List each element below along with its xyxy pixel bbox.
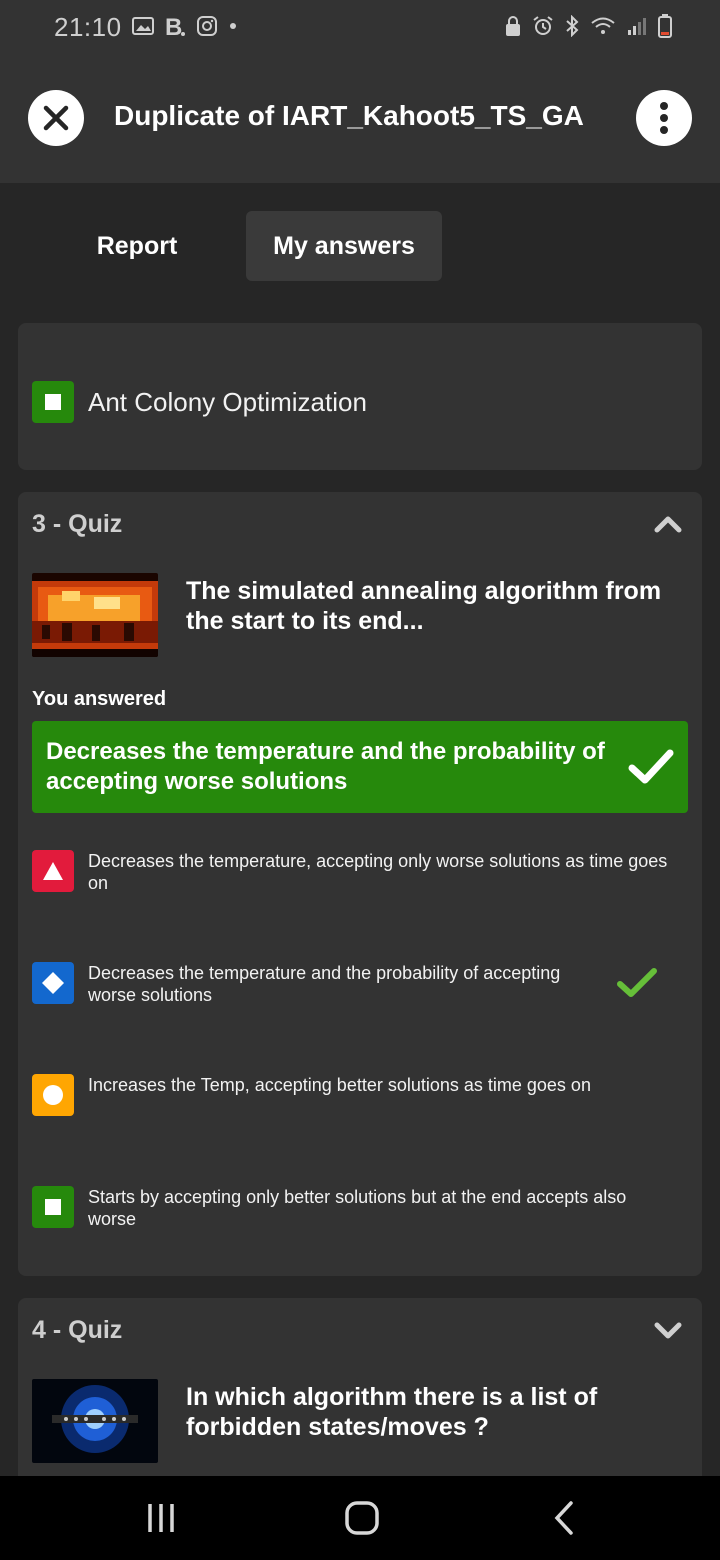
app-header: Duplicate of IART_Kahoot5_TS_GA [0, 56, 720, 183]
bluetooth-icon [566, 15, 579, 37]
triangle-shape-badge [32, 850, 74, 892]
home-icon[interactable] [344, 1500, 380, 1536]
you-answered-label: You answered [32, 688, 167, 710]
more-options-button[interactable] [636, 90, 692, 146]
quiz-number-label: 4 - Quiz [32, 1316, 123, 1344]
circle-icon [43, 1085, 63, 1105]
quiz-card-3[interactable]: 3 - Quiz The simulated annealing algorit… [18, 492, 702, 1276]
more-vertical-icon [660, 102, 668, 134]
question-thumbnail [32, 1379, 158, 1463]
check-icon [628, 749, 674, 784]
status-bar: 21:10 B [0, 0, 720, 56]
question-thumbnail [32, 573, 158, 657]
option-text: Starts by accepting only better solution… [88, 1187, 627, 1229]
annealing-image [32, 573, 158, 657]
status-time: 21:10 [54, 12, 122, 42]
previous-question-card: Ant Colony Optimization [18, 323, 702, 470]
square-shape-badge [32, 381, 74, 423]
tab-my-answers[interactable]: My answers [246, 211, 442, 281]
close-icon [43, 105, 69, 131]
square-icon [45, 1199, 61, 1215]
tabu-search-image [32, 1379, 158, 1463]
b-app-icon: B [165, 14, 185, 38]
quiz-number-label: 3 - Quiz [32, 510, 123, 538]
chevron-up-icon[interactable] [654, 514, 682, 534]
diamond-icon [42, 972, 64, 994]
tab-report[interactable]: Report [72, 211, 202, 281]
dot-icon [230, 23, 236, 29]
option-text: Decreases the temperature, accepting onl… [88, 851, 668, 893]
wifi-icon [591, 17, 615, 34]
battery-icon [658, 14, 672, 38]
alarm-icon [533, 16, 553, 35]
signal-icon [628, 18, 646, 35]
status-left-icons: B [132, 14, 238, 38]
instagram-icon [197, 16, 217, 36]
status-right-icons [504, 14, 672, 38]
correct-check-icon [617, 968, 657, 997]
circle-shape-badge [32, 1074, 74, 1116]
answer-option-text: Ant Colony Optimization [88, 387, 367, 417]
question-title: In which algorithm there is a list of fo… [186, 1383, 598, 1441]
back-icon[interactable] [552, 1500, 576, 1536]
your-answer-box: Decreases the temperature and the probab… [32, 721, 688, 813]
system-navigation-bar [0, 1476, 720, 1560]
recent-apps-icon[interactable] [146, 1502, 176, 1534]
svg-text:B: B [165, 14, 182, 38]
chevron-down-icon[interactable] [654, 1320, 682, 1340]
lock-icon [506, 16, 520, 36]
gallery-icon [132, 17, 154, 35]
option-text: Decreases the temperature and the probab… [88, 963, 561, 1005]
diamond-shape-badge [32, 962, 74, 1004]
triangle-icon [43, 862, 63, 880]
page-title: Duplicate of IART_Kahoot5_TS_GA [114, 100, 584, 131]
tab-bar: Report My answers [0, 183, 720, 323]
question-title: The simulated annealing algorithm from t… [186, 577, 662, 635]
close-button[interactable] [28, 90, 84, 146]
square-shape-badge [32, 1186, 74, 1228]
option-text: Increases the Temp, accepting better sol… [88, 1075, 591, 1095]
quiz-card-4[interactable]: 4 - Quiz In which algorithm there is a l… [18, 1298, 702, 1498]
your-answer-text: Decreases the temperature and the probab… [46, 738, 605, 795]
square-icon [45, 394, 61, 410]
